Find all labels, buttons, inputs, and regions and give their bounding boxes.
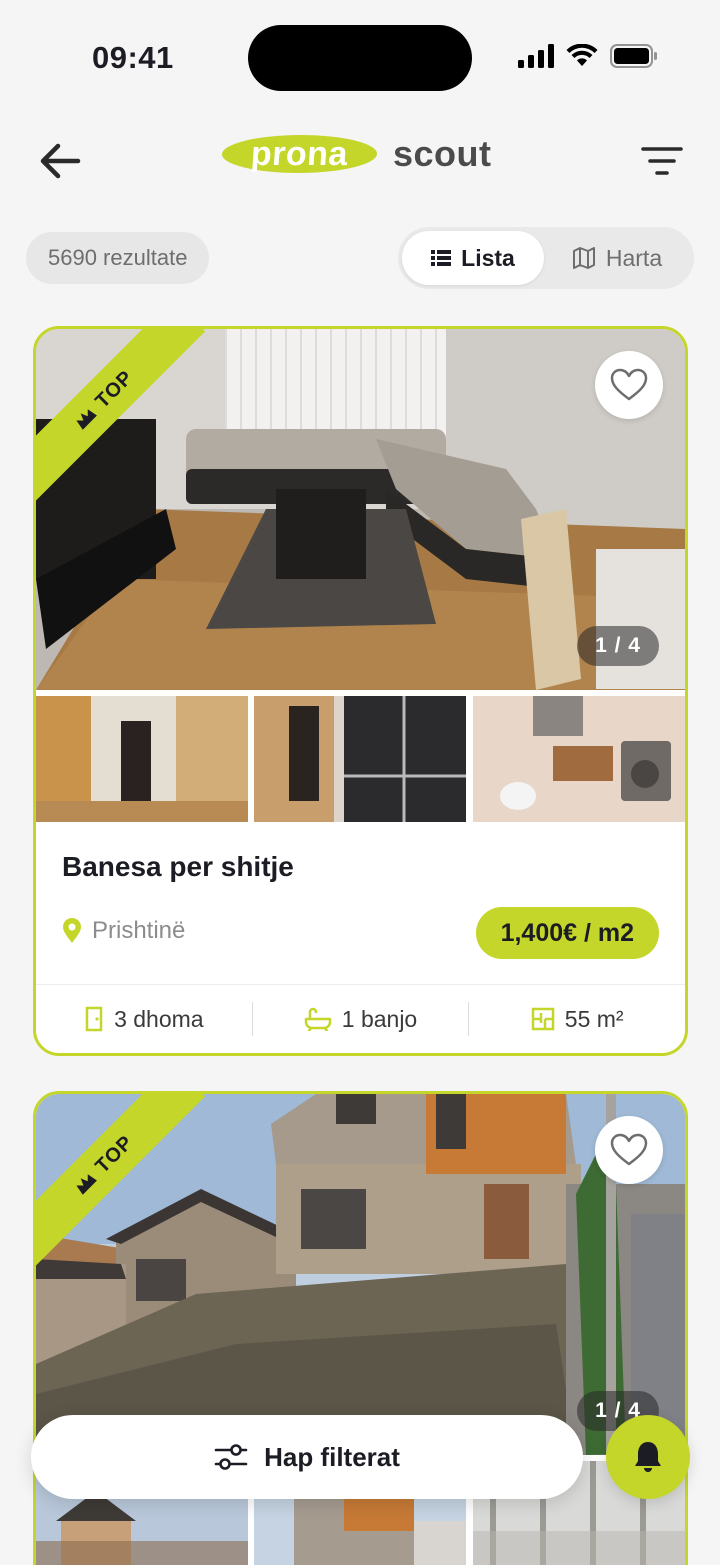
listing-title[interactable]: Banesa per shitje: [62, 851, 294, 883]
list-icon: [431, 250, 452, 266]
price-badge: 1,400€ / m2: [475, 907, 659, 959]
battery-icon: [610, 44, 657, 68]
favorite-button[interactable]: [595, 1116, 663, 1184]
tab-map-label: Harta: [605, 244, 663, 271]
status-time: 09:41: [92, 40, 174, 75]
sort-filter-button[interactable]: [638, 139, 686, 183]
favorite-button[interactable]: [595, 351, 663, 419]
arrow-left-icon: [40, 143, 81, 179]
thumbnail[interactable]: [36, 696, 248, 822]
open-filters-button[interactable]: Hap filterat: [31, 1415, 583, 1499]
location-pin-icon: [63, 918, 81, 943]
location-label: Prishtinë: [92, 917, 186, 944]
wifi-icon: [566, 44, 598, 66]
wardrobe-photo: [254, 696, 467, 822]
bathtub-icon: [304, 1007, 332, 1031]
photo-counter: 1 / 4: [577, 626, 659, 666]
listing-card[interactable]: TOP 1 / 4: [33, 326, 688, 1056]
bell-icon: [635, 1442, 661, 1472]
listing-location: Prishtinë: [62, 917, 185, 945]
app-logo: prona scout: [220, 133, 492, 175]
logo-prona: prona: [220, 135, 379, 173]
logo-scout: scout: [393, 133, 492, 174]
thumbnail-strip: [36, 696, 685, 822]
feature-area: 55 m²: [469, 1006, 685, 1033]
filter-lines-icon: [641, 147, 683, 175]
results-count-badge: 5690 rezultate: [26, 232, 210, 284]
open-filters-label: Hap filterat: [264, 1441, 400, 1472]
area-label: 55 m²: [564, 1005, 624, 1032]
sliders-icon: [214, 1444, 248, 1470]
dynamic-island: [248, 25, 472, 91]
tab-map[interactable]: Harta: [544, 231, 690, 285]
baths-label: 1 banjo: [341, 1005, 418, 1032]
status-icons: [518, 44, 658, 68]
notification-bell-button[interactable]: [606, 1415, 690, 1499]
thumbnail[interactable]: [254, 696, 467, 822]
hallway-photo: [36, 696, 248, 822]
app-header: prona scout: [0, 125, 720, 195]
listing-features: 3 dhoma 1 banjo 55 m²: [36, 985, 685, 1053]
heart-icon: [610, 1133, 648, 1166]
door-icon: [85, 1006, 103, 1032]
listing-main-photo[interactable]: TOP 1 / 4: [36, 1094, 685, 1455]
listing-main-photo[interactable]: TOP 1 / 4: [36, 329, 685, 690]
rooms-label: 3 dhoma: [114, 1005, 204, 1032]
crown-icon: [76, 1174, 98, 1195]
tab-list[interactable]: Lista: [402, 231, 544, 285]
floorplan-icon: [531, 1007, 555, 1031]
crown-icon: [76, 409, 98, 430]
bathroom-photo: [472, 696, 685, 822]
status-bar: 09:41: [0, 0, 720, 115]
back-button[interactable]: [34, 135, 86, 187]
feature-baths: 1 banjo: [253, 1006, 469, 1033]
view-toggle: Lista Harta: [398, 227, 694, 289]
map-icon: [572, 247, 595, 269]
thumbnail[interactable]: [472, 696, 685, 822]
feature-rooms: 3 dhoma: [36, 1006, 252, 1033]
signal-icon: [518, 44, 554, 68]
heart-icon: [610, 368, 648, 401]
tab-list-label: Lista: [461, 244, 515, 271]
